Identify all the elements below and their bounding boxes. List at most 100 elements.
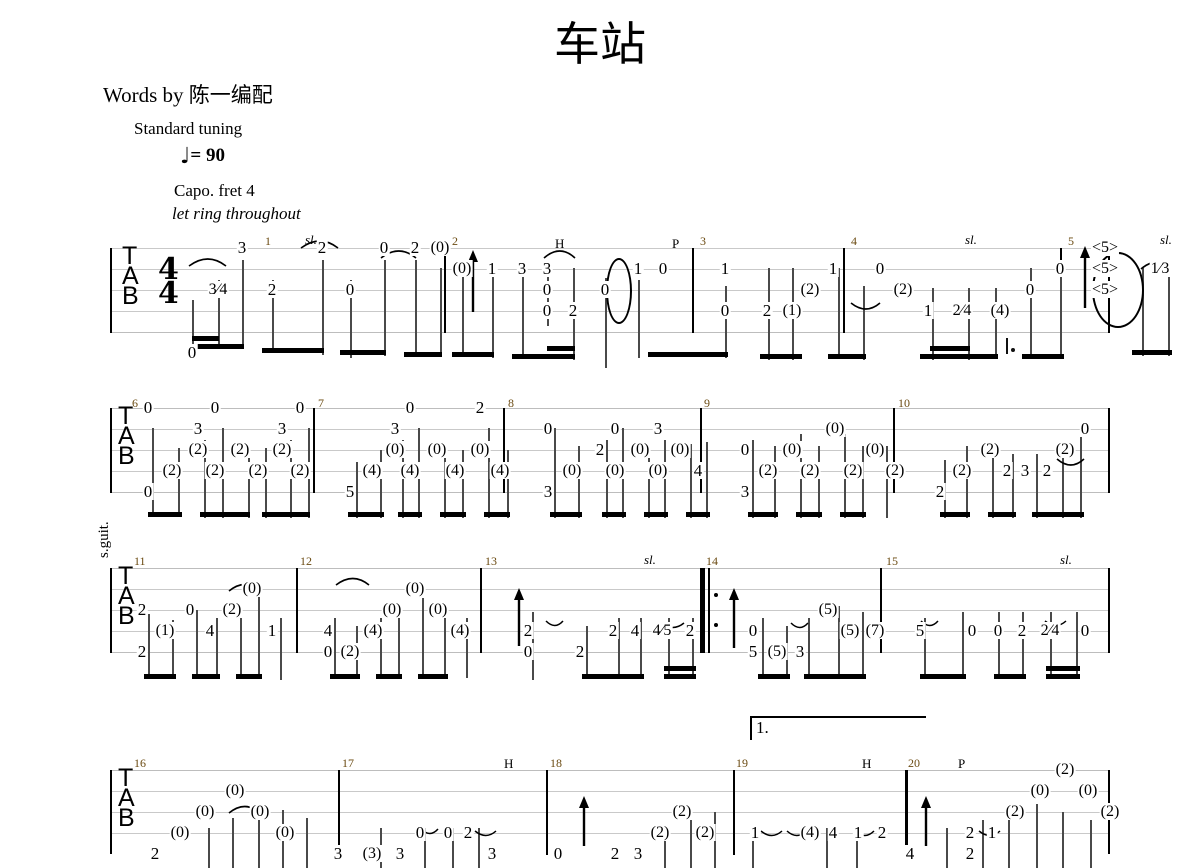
- tab-note: (2): [1054, 761, 1076, 778]
- tab-note: (0): [781, 441, 803, 458]
- tab-note: (2): [339, 643, 361, 660]
- tab-system-1: s.guit. TAB 44 1 2 3 4 5 sl. sl. sl. H P: [0, 232, 1200, 558]
- tab-note: (2): [204, 462, 226, 479]
- tab-note: (2): [1004, 803, 1026, 820]
- tab-note: (0): [381, 601, 403, 618]
- tab-note: 2: [964, 823, 976, 842]
- barline: [296, 568, 298, 653]
- tab-note: 0: [542, 419, 554, 438]
- tab-note: (0): [647, 462, 669, 479]
- barline: [905, 770, 908, 855]
- tie-arc-small: [790, 622, 810, 632]
- tab-note: 2: [1016, 621, 1028, 640]
- tempo-value: = 90: [190, 145, 225, 166]
- measure-number: 14: [706, 554, 718, 568]
- tab-note: 0: [442, 823, 454, 842]
- barline: [692, 248, 694, 333]
- tab-note: 2: [1001, 461, 1013, 480]
- tab-note: (0): [669, 441, 691, 458]
- tab-note: (0): [1077, 782, 1099, 799]
- tab-note: 4: [692, 461, 704, 480]
- measure-number: 2: [452, 234, 458, 248]
- barline: [503, 408, 505, 493]
- tab-note: (2): [221, 601, 243, 618]
- measure-number: 19: [736, 756, 748, 770]
- tab-note: (2): [187, 441, 209, 458]
- measure-number: 17: [342, 756, 354, 770]
- tab-note: 0: [609, 419, 621, 438]
- tab-note: 0: [992, 621, 1004, 640]
- measure-number: 12: [300, 554, 312, 568]
- measure-number: 6: [132, 396, 138, 410]
- upstroke-arrow-icon: [578, 796, 590, 848]
- tab-note: 0: [747, 621, 759, 640]
- measure-number: 11: [134, 554, 146, 568]
- tab-note: (4): [362, 622, 384, 639]
- tab-note: (4): [489, 462, 511, 479]
- pull-off-marking: P: [958, 756, 966, 771]
- tab-note: 2: [607, 621, 619, 640]
- tab-note: 0: [1024, 280, 1036, 299]
- tab-note: (0): [224, 782, 246, 799]
- barline: [880, 568, 882, 653]
- tab-note: (2): [694, 824, 716, 841]
- tab-note: 0: [599, 280, 611, 299]
- tab-note: 0: [414, 823, 426, 842]
- tab-note: 1: [852, 823, 864, 842]
- tab-note: (2): [271, 441, 293, 458]
- measure-number: 10: [898, 396, 910, 410]
- tab-note: 3: [389, 419, 401, 438]
- tab-note: (2): [229, 441, 251, 458]
- first-ending-bracket: 1.: [750, 716, 926, 742]
- tab-note: 0: [1079, 621, 1091, 640]
- tab-note: (0): [404, 580, 426, 597]
- tab-note: <5>: [1090, 239, 1120, 256]
- tab-note: (2): [649, 824, 671, 841]
- tab-note: (0): [194, 803, 216, 820]
- tie-arc: [335, 574, 371, 586]
- tab-note: 3: [541, 259, 553, 278]
- tab-note: 4: [322, 621, 334, 640]
- slur-arc: [188, 254, 228, 268]
- ending-label: 1.: [756, 718, 769, 737]
- tab-note: 3: [794, 642, 806, 661]
- tab-note: (4): [799, 824, 821, 841]
- tab-note: 2: [462, 823, 474, 842]
- tab-note: 2: [567, 301, 579, 320]
- tab-note: 0: [344, 280, 356, 299]
- tab-note: 3: [542, 482, 554, 501]
- tab-note: 0: [874, 259, 886, 278]
- tab-note: 5: [747, 642, 759, 661]
- tuning-label: Standard tuning: [134, 119, 243, 138]
- tab-note: 2: [474, 398, 486, 417]
- tab-note: (2): [1099, 803, 1121, 820]
- tempo-marking: ♩= 90: [180, 144, 225, 168]
- tab-note: 2⁄4: [951, 302, 973, 319]
- tab-note: 3: [516, 259, 528, 278]
- tab-note: 3⁄4: [207, 281, 229, 298]
- tab-note: 2: [266, 280, 278, 299]
- tab-clef-3: TAB: [118, 562, 135, 630]
- tab-note: (2): [1054, 441, 1076, 458]
- time-signature-1: 44: [158, 252, 179, 311]
- tab-note: 0: [186, 343, 198, 362]
- tab-note: (4): [449, 622, 471, 639]
- tab-note: (5): [766, 643, 788, 660]
- tab-note: (4): [444, 462, 466, 479]
- tab-note: 1: [266, 621, 278, 640]
- upstroke-arrow-icon: [1079, 246, 1091, 310]
- tab-note: (0): [274, 824, 296, 841]
- slide-marking: sl.: [965, 232, 977, 247]
- tab-note: 2: [136, 600, 148, 619]
- tab-note: (0): [824, 420, 846, 437]
- measure-number: 3: [700, 234, 706, 248]
- performance-note: let ring throughout: [172, 204, 301, 223]
- credits-words-by: Words by 陈一编配: [103, 83, 273, 107]
- tab-note: (0): [169, 824, 191, 841]
- tab-note: 4⁄5: [651, 622, 673, 639]
- tab-note: 0: [142, 482, 154, 501]
- tab-note: 0: [1054, 259, 1066, 278]
- tab-note: 2: [149, 844, 161, 863]
- tab-note: 3: [192, 419, 204, 438]
- tab-note: 5: [914, 621, 926, 640]
